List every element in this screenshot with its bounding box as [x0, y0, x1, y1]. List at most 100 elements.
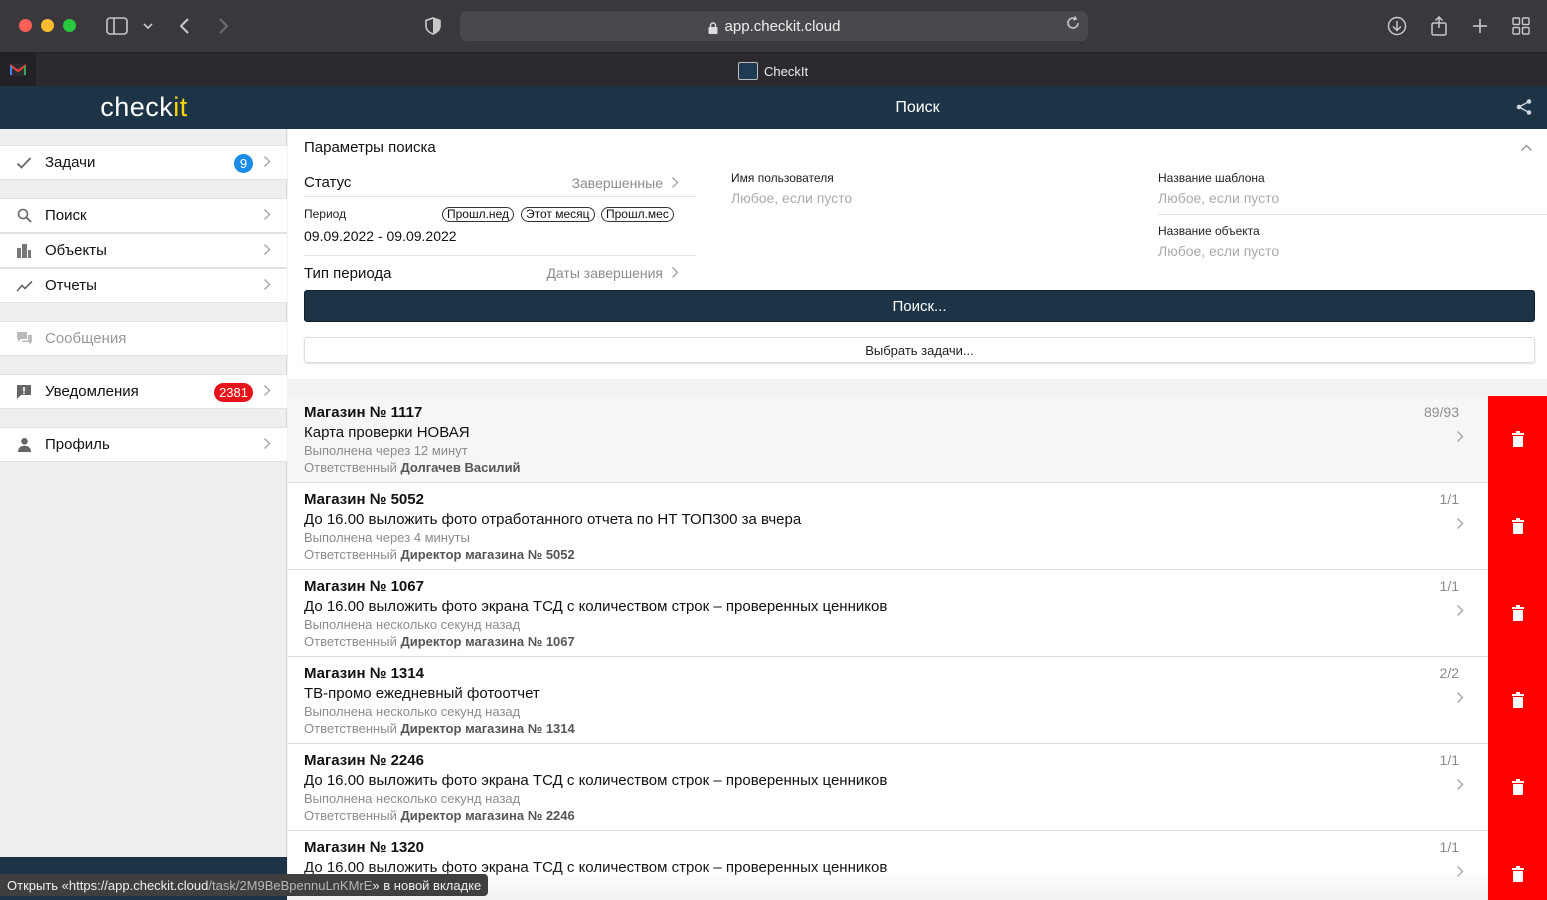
sidebar-item-label: Отчеты: [45, 277, 97, 294]
result-task: До 16.00 выложить фото экрана ТСД с коли…: [304, 772, 888, 789]
reload-icon[interactable]: [1066, 16, 1080, 35]
result-task: Карта проверки НОВАЯ: [304, 424, 470, 441]
shield-icon[interactable]: [421, 14, 445, 38]
sidebar-item-reports[interactable]: Отчеты: [0, 268, 287, 303]
forward-icon[interactable]: [212, 14, 236, 38]
delete-button[interactable]: [1488, 831, 1547, 900]
result-responsible: Ответственный Директор магазина № 5052: [304, 547, 575, 562]
sidebar-item-profile[interactable]: Профиль: [0, 427, 287, 462]
responsible-name: Директор магазина № 1314: [400, 721, 575, 736]
delete-button[interactable]: [1488, 657, 1547, 744]
delete-button[interactable]: [1488, 570, 1547, 657]
chevron-right-icon: [263, 243, 271, 259]
result-status: Выполнена несколько секунд назад: [304, 617, 521, 632]
object-name-label: Название объекта: [1158, 224, 1260, 238]
sidebar-item-objects[interactable]: Объекты: [0, 233, 287, 268]
delete-button[interactable]: [1488, 396, 1547, 483]
chevron-right-icon: [1456, 604, 1464, 620]
result-store: Магазин № 1067: [304, 578, 424, 595]
trash-icon: [1511, 604, 1524, 621]
result-store: Магазин № 5052: [304, 491, 424, 508]
result-item[interactable]: Магазин № 5052 До 16.00 выложить фото от…: [288, 483, 1547, 570]
chevron-right-icon: [263, 278, 271, 294]
result-store: Магазин № 1117: [304, 404, 423, 421]
tooltip-url-path: /task/2M9BeBpennuLnKMrE: [208, 878, 373, 893]
gmail-pinned-tab[interactable]: [0, 53, 36, 87]
close-window-button[interactable]: [19, 19, 32, 32]
result-item[interactable]: Магазин № 1117 Карта проверки НОВАЯ Выпо…: [288, 396, 1547, 483]
sidebar-toggle-icon[interactable]: [105, 14, 129, 38]
result-item[interactable]: Магазин № 1314 ТВ-промо ежедневный фотоо…: [288, 657, 1547, 744]
period-this-month-pill[interactable]: Этот месяц: [521, 207, 595, 222]
new-tab-icon[interactable]: [1468, 14, 1492, 38]
minimize-window-button[interactable]: [41, 19, 54, 32]
sidebar: Задачи 9 Поиск Объекты Отчеты Сообщения …: [0, 129, 287, 900]
sidebar-item-label: Задачи: [45, 154, 96, 171]
sidebar-item-search[interactable]: Поиск: [0, 198, 287, 233]
sidebar-item-notifications[interactable]: Уведомления 2381: [0, 374, 287, 409]
chevron-right-icon: [1456, 778, 1464, 794]
result-store: Магазин № 2246: [304, 752, 424, 769]
period-last-week-pill[interactable]: Прошл.нед: [442, 207, 514, 222]
period-type-value[interactable]: Даты завершения: [546, 265, 663, 281]
download-icon[interactable]: [1385, 14, 1409, 38]
chevron-right-icon[interactable]: [671, 176, 679, 194]
result-count: 1/1: [1439, 752, 1459, 768]
period-value[interactable]: 09.09.2022 - 09.09.2022: [304, 228, 457, 244]
sidebar-item-messages[interactable]: Сообщения: [0, 321, 287, 356]
chevron-right-icon: [263, 208, 271, 224]
results-list: Магазин № 1117 Карта проверки НОВАЯ Выпо…: [288, 396, 1547, 900]
app-header: check it Поиск: [0, 86, 1547, 129]
delete-button[interactable]: [1488, 744, 1547, 831]
template-name-input[interactable]: Любое, если пусто: [1158, 190, 1279, 206]
responsible-name: Директор магазина № 2246: [400, 808, 575, 823]
result-count: 1/1: [1439, 578, 1459, 594]
result-task: ТВ-промо ежедневный фотоотчет: [304, 685, 540, 702]
period-last-month-pill[interactable]: Прошл.мес: [601, 207, 674, 222]
user-icon: [15, 436, 33, 454]
tab-checkit[interactable]: CheckIt: [738, 61, 808, 81]
brand-logo[interactable]: check it: [0, 86, 288, 129]
result-task: До 16.00 выложить фото экрана ТСД с коли…: [304, 598, 888, 615]
period-type-label: Тип периода: [304, 265, 392, 282]
chevron-right-icon[interactable]: [671, 266, 679, 284]
trash-icon: [1511, 430, 1524, 447]
tab-overview-icon[interactable]: [1509, 14, 1533, 38]
result-responsible: Ответственный Долгачев Василий: [304, 460, 521, 475]
choose-tasks-button[interactable]: Выбрать задачи...: [304, 337, 1535, 363]
checkmark-icon: [15, 154, 33, 172]
divider: [304, 196, 696, 197]
search-button[interactable]: Поиск...: [304, 290, 1535, 322]
chevron-right-icon: [1456, 865, 1464, 881]
chevron-up-icon[interactable]: [1520, 139, 1533, 155]
sidebar-item-tasks[interactable]: Задачи 9: [0, 145, 287, 180]
result-count: 1/1: [1439, 491, 1459, 507]
share-browser-icon[interactable]: [1427, 14, 1451, 38]
result-responsible: Ответственный Директор магазина № 1067: [304, 634, 575, 649]
trash-icon: [1511, 517, 1524, 534]
chevron-right-icon: [263, 155, 271, 171]
responsible-label: Ответственный: [304, 808, 397, 823]
status-value[interactable]: Завершенные: [572, 175, 663, 191]
result-responsible: Ответственный Директор магазина № 2246: [304, 808, 575, 823]
address-bar[interactable]: app.checkit.cloud: [460, 11, 1088, 41]
responsible-label: Ответственный: [304, 460, 397, 475]
user-name-input[interactable]: Любое, если пусто: [731, 190, 852, 206]
delete-button[interactable]: [1488, 483, 1547, 570]
back-icon[interactable]: [172, 14, 196, 38]
zoom-window-button[interactable]: [63, 19, 76, 32]
url-text: app.checkit.cloud: [724, 17, 841, 35]
share-icon[interactable]: [1515, 98, 1533, 116]
chevron-right-icon: [1456, 691, 1464, 707]
browser-titlebar: app.checkit.cloud: [0, 0, 1547, 52]
object-name-input[interactable]: Любое, если пусто: [1158, 243, 1279, 259]
responsible-label: Ответственный: [304, 547, 397, 562]
result-task: До 16.00 выложить фото отработанного отч…: [304, 511, 802, 528]
trash-icon: [1511, 691, 1524, 708]
result-item[interactable]: Магазин № 2246 До 16.00 выложить фото эк…: [288, 744, 1547, 831]
result-item[interactable]: Магазин № 1067 До 16.00 выложить фото эк…: [288, 570, 1547, 657]
gmail-icon: [10, 64, 26, 76]
chevron-down-icon[interactable]: [136, 14, 160, 38]
status-label: Статус: [304, 174, 352, 191]
search-params-title: Параметры поиска: [304, 139, 436, 156]
